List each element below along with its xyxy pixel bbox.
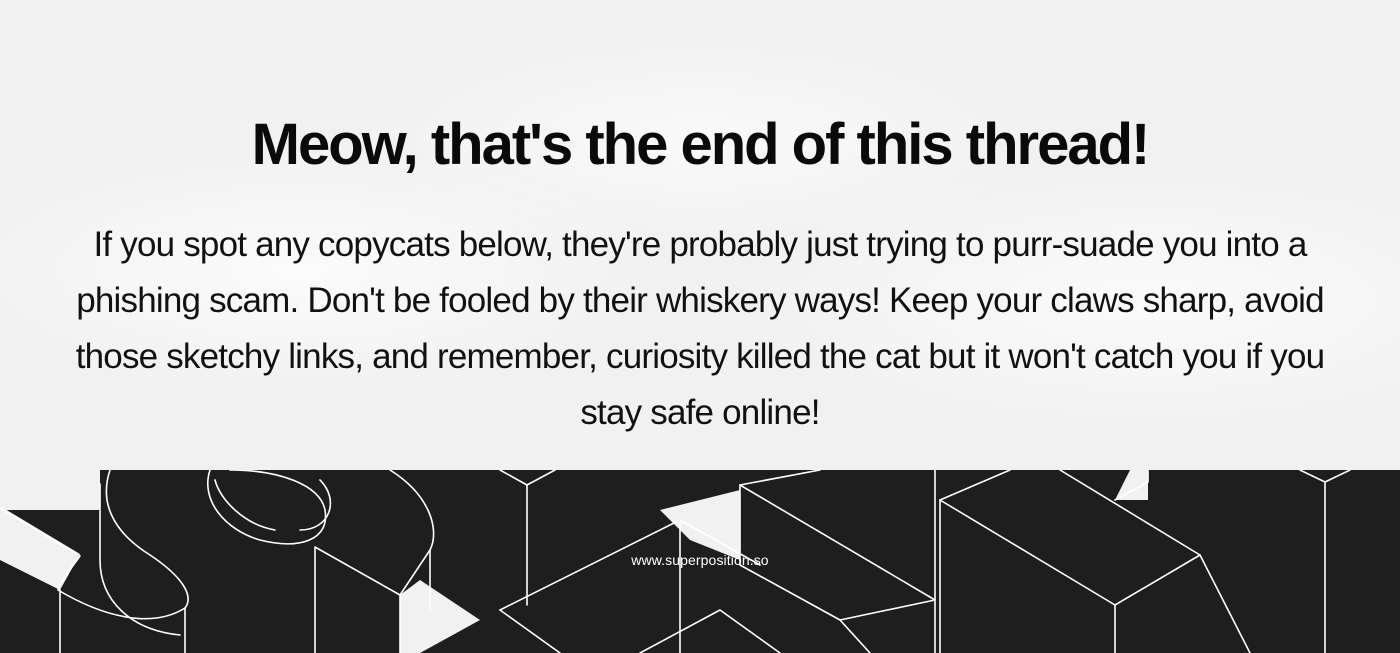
footer-url[interactable]: www.superposition.so (0, 552, 1400, 568)
body-text: If you spot any copycats below, they're … (75, 225, 1325, 432)
page: Meow, that's the end of this thread! If … (0, 0, 1400, 653)
headline: Meow, that's the end of this thread! (251, 112, 1151, 177)
